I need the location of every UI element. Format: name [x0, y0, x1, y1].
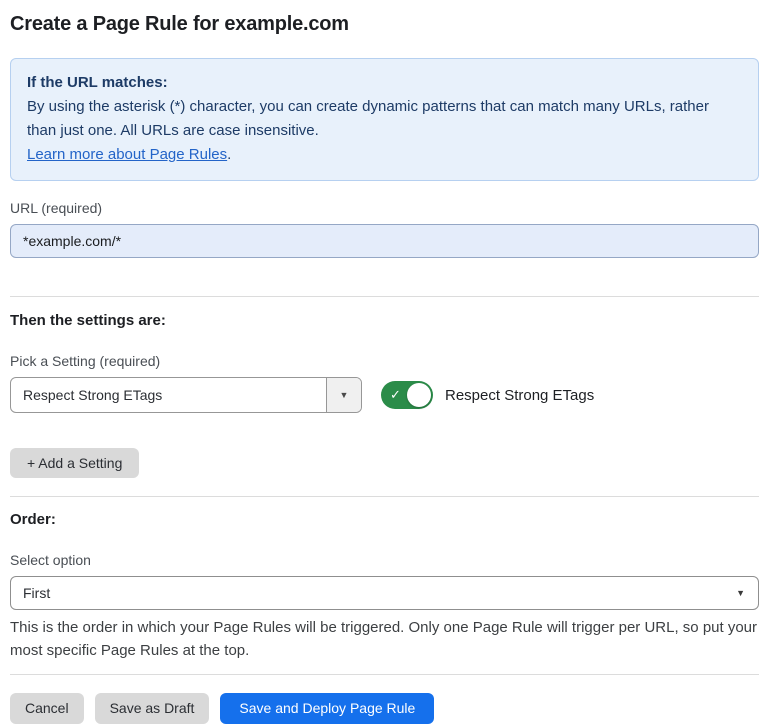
pick-setting-label: Pick a Setting (required) — [10, 353, 759, 369]
page-title: Create a Page Rule for example.com — [10, 13, 759, 36]
setting-row: Respect Strong ETags ▼ ✓ Respect Strong … — [10, 377, 759, 413]
create-page-rule-panel: Create a Page Rule for example.com If th… — [0, 0, 769, 724]
footer-divider — [10, 674, 759, 675]
order-select[interactable]: First ▼ — [10, 576, 759, 610]
order-help-text: This is the order in which your Page Rul… — [10, 616, 759, 662]
section-divider — [10, 296, 759, 297]
order-select-label: Select option — [10, 552, 759, 568]
chevron-down-icon: ▼ — [736, 588, 745, 598]
chevron-down-icon: ▼ — [340, 390, 349, 400]
info-box-heading: If the URL matches: — [27, 71, 742, 95]
setting-toggle[interactable]: ✓ — [381, 381, 433, 409]
cancel-button[interactable]: Cancel — [10, 693, 84, 724]
setting-toggle-label: Respect Strong ETags — [445, 387, 594, 404]
link-suffix: . — [227, 146, 231, 163]
setting-select-value: Respect Strong ETags — [11, 378, 326, 412]
save-deploy-button[interactable]: Save and Deploy Page Rule — [220, 693, 434, 724]
url-input[interactable] — [10, 224, 759, 258]
order-select-value: First — [11, 577, 758, 609]
info-link-line: Learn more about Page Rules. — [27, 143, 742, 167]
save-draft-button[interactable]: Save as Draft — [95, 693, 210, 724]
setting-select[interactable]: Respect Strong ETags ▼ — [10, 377, 362, 413]
url-field-label: URL (required) — [10, 200, 759, 216]
settings-section-heading: Then the settings are: — [10, 312, 759, 329]
order-section-heading: Order: — [10, 511, 759, 528]
setting-select-arrow-button[interactable]: ▼ — [326, 378, 361, 412]
learn-more-link[interactable]: Learn more about Page Rules — [27, 146, 227, 163]
info-box-body: By using the asterisk (*) character, you… — [27, 95, 742, 143]
toggle-knob — [407, 383, 431, 407]
url-match-info-box: If the URL matches: By using the asteris… — [10, 58, 759, 181]
section-divider — [10, 496, 759, 497]
footer-button-row: Cancel Save as Draft Save and Deploy Pag… — [10, 693, 759, 724]
add-setting-button[interactable]: + Add a Setting — [10, 448, 139, 478]
check-icon: ✓ — [390, 387, 401, 403]
